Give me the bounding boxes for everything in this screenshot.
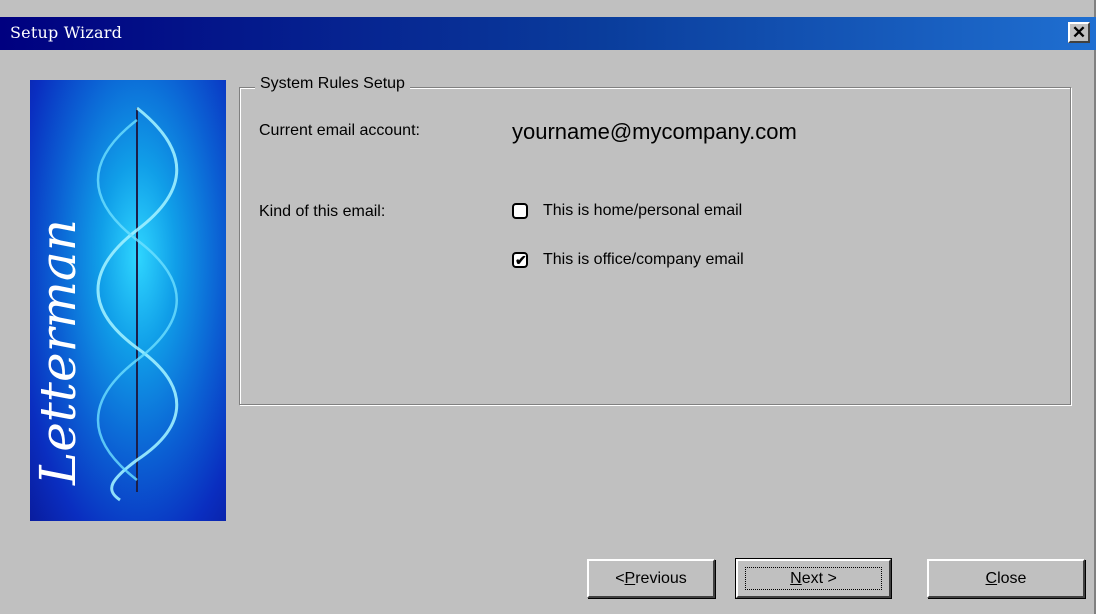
close-window-button[interactable]: ✕ bbox=[1068, 22, 1090, 43]
setup-wizard-window: Setup Wizard ✕ Letterman System Rules Se… bbox=[0, 0, 1096, 614]
previous-mnemonic: P bbox=[624, 569, 636, 587]
current-account-value: yourname@mycompany.com bbox=[512, 119, 797, 144]
close-label: lose bbox=[997, 569, 1027, 587]
checkmark-icon: ✔ bbox=[515, 252, 527, 268]
previous-prefix: < bbox=[615, 569, 625, 587]
office-email-checkbox[interactable]: ✔ bbox=[512, 252, 528, 268]
previous-button[interactable]: < Previous bbox=[587, 559, 715, 598]
window-title: Setup Wizard bbox=[10, 23, 123, 42]
focus-rectangle bbox=[745, 567, 882, 590]
previous-label: revious bbox=[635, 569, 687, 587]
home-email-checkbox[interactable] bbox=[512, 203, 528, 219]
banner-logo-text: Letterman bbox=[30, 219, 87, 486]
title-bar[interactable]: Setup Wizard ✕ bbox=[0, 17, 1096, 50]
close-icon: ✕ bbox=[1071, 23, 1087, 42]
office-email-option-label[interactable]: This is office/company email bbox=[543, 251, 744, 269]
close-mnemonic: C bbox=[985, 569, 998, 587]
email-kind-label: Kind of this email: bbox=[259, 203, 386, 220]
banner-artwork: Letterman bbox=[30, 106, 179, 502]
letterman-banner: Letterman bbox=[30, 80, 226, 521]
current-account-label: Current email account: bbox=[259, 122, 420, 139]
home-email-option-label[interactable]: This is home/personal email bbox=[543, 202, 742, 220]
close-button[interactable]: Close bbox=[927, 559, 1085, 598]
groupbox-caption: System Rules Setup bbox=[255, 75, 410, 93]
next-button[interactable]: Next > bbox=[735, 558, 892, 599]
